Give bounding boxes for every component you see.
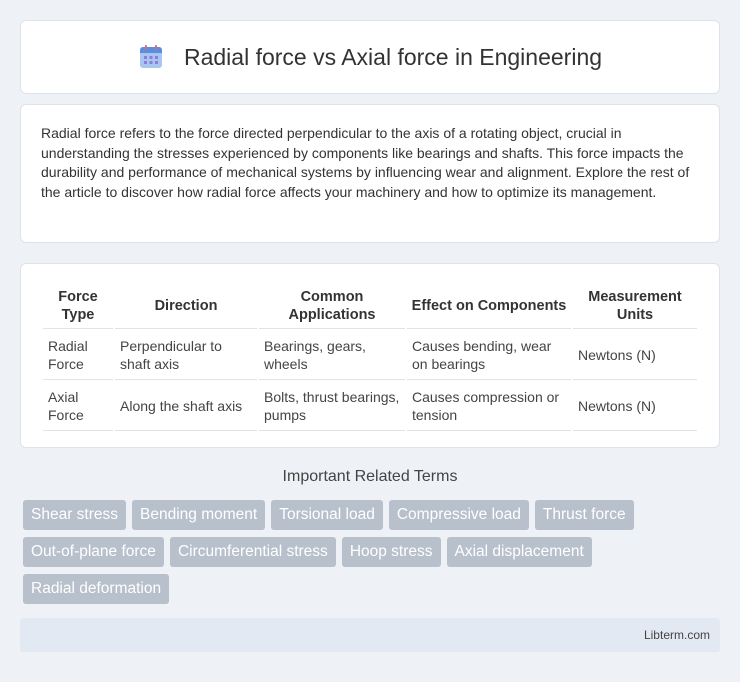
- footer-site-link[interactable]: Libterm.com: [644, 628, 710, 642]
- tag-hoop-stress[interactable]: Hoop stress: [341, 537, 441, 567]
- cell-applications: Bolts, thrust bearings, pumps: [259, 382, 405, 431]
- header-common-applications: Common Applications: [259, 284, 405, 329]
- tag-out-of-plane-force[interactable]: Out-of-plane force: [23, 537, 164, 567]
- page: Radial force vs Axial force in Engineeri…: [0, 0, 740, 682]
- tag-radial-deformation[interactable]: Radial deformation: [23, 574, 170, 604]
- tag-compressive-load[interactable]: Compressive load: [388, 500, 529, 530]
- cell-effect: Causes bending, wear on bearings: [407, 331, 571, 380]
- cell-force-type: Axial Force: [43, 382, 113, 431]
- tag-bending-moment[interactable]: Bending moment: [132, 500, 266, 530]
- cell-units: Newtons (N): [573, 331, 697, 380]
- tag-torsional-load[interactable]: Torsional load: [271, 500, 383, 530]
- intro-card: Radial force refers to the force directe…: [20, 104, 720, 243]
- table-header-row: Force Type Direction Common Applications…: [43, 284, 697, 329]
- intro-paragraph: Radial force refers to the force directe…: [41, 125, 690, 200]
- header-direction: Direction: [115, 284, 257, 329]
- tag-shear-stress[interactable]: Shear stress: [23, 500, 127, 530]
- related-tags: Shear stress Bending moment Torsional lo…: [20, 500, 720, 604]
- header-measurement-units: Measurement Units: [573, 284, 697, 329]
- cell-effect: Causes compression or tension: [407, 382, 571, 431]
- cell-units: Newtons (N): [573, 382, 697, 431]
- page-title: Radial force vs Axial force in Engineeri…: [183, 43, 603, 70]
- title-card: Radial force vs Axial force in Engineeri…: [20, 20, 720, 94]
- footer: Libterm.com: [20, 618, 720, 652]
- cell-direction: Along the shaft axis: [115, 382, 257, 431]
- comparison-table: Force Type Direction Common Applications…: [41, 282, 699, 433]
- cell-force-type: Radial Force: [43, 331, 113, 380]
- tag-axial-displacement[interactable]: Axial displacement: [446, 537, 592, 567]
- header-force-type: Force Type: [43, 284, 113, 329]
- tag-circumferential-stress[interactable]: Circumferential stress: [169, 537, 336, 567]
- cell-direction: Perpendicular to shaft axis: [115, 331, 257, 380]
- header-effect-on-components: Effect on Components: [407, 284, 571, 329]
- table-row: Axial Force Along the shaft axis Bolts, …: [43, 382, 697, 431]
- calendar-icon: [139, 45, 162, 68]
- related-terms-title: Important Related Terms: [282, 468, 458, 485]
- cell-applications: Bearings, gears, wheels: [259, 331, 405, 380]
- table-card: Force Type Direction Common Applications…: [20, 263, 720, 448]
- table-row: Radial Force Perpendicular to shaft axis…: [43, 331, 697, 380]
- tag-thrust-force[interactable]: Thrust force: [534, 500, 634, 530]
